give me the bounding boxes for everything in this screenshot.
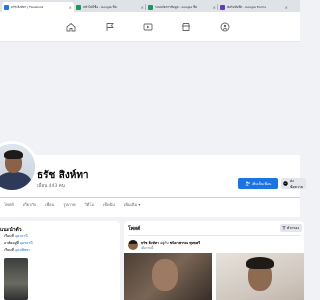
intro-row-link[interactable]: อุดรธานี [15,234,28,238]
posts-divider [128,235,300,236]
intro-row-prefix: เรียนที่ [4,234,15,238]
cover-photo [0,43,300,155]
close-icon[interactable]: × [69,5,72,10]
posts-title: โพสต์ [128,226,141,232]
message-label: ส่งข้อความ [290,178,304,189]
tab-friends[interactable]: เพื่อน [45,201,54,211]
post-with-name[interactable]: ชนิดาพรรณ พุทธศรี [170,241,200,245]
marketplace-icon[interactable] [180,21,192,33]
browser-tab[interactable]: หน้าไม่มีชื่อ - Google ชีต × [74,2,146,12]
intro-photo[interactable] [4,258,28,300]
add-friend-label: เพิ่มเป็นเพื่อน [251,181,272,186]
tab-photos[interactable]: รูปภาพ [63,201,75,211]
browser-tab[interactable]: ธรัช สิงห์ทา | Facebook × [2,2,74,12]
tab-title: ธรัช สิงห์ทา | Facebook [11,4,44,9]
posts-card: โพสต์ ตัวกรอง ธรัช สิงห์ทา อยู่กับ ชนิดา… [124,221,304,300]
intro-row-prefix: เรียนที่ [4,248,15,252]
intro-row: เรียนที่ อุดมพิทยา [4,247,30,253]
groups-icon[interactable] [219,21,231,33]
intro-row: อาศัยอยู่ที่ อุดรธานี [4,240,33,246]
post-author-name[interactable]: ธรัช สิงห์ทา [141,241,159,245]
tab-title: หน้าไม่มีชื่อ - Google ชีต [83,4,117,9]
intro-row: เรียนที่ อุดรธานี [4,233,28,239]
tab-title: ระบบจัดการข้อมูล - Google ชีต [155,4,198,9]
flag-icon[interactable] [104,21,116,33]
post-date[interactable]: เมื่อวานนี้ [141,246,153,251]
tab-checkins[interactable]: เช็คอิน [103,201,115,211]
facebook-icon [4,4,9,10]
add-friend-button[interactable]: เพิ่มเป็นเพื่อน [238,178,278,189]
tab-title: ฟอร์มบันทึก - Google Forms [227,4,266,9]
tab-more[interactable]: เพิ่มเติม ▾ [124,201,141,211]
browser-tab[interactable]: ฟอร์มบันทึก - Google Forms × [218,2,290,12]
sheets-icon [148,4,153,10]
tab-videos[interactable]: วิดีโอ [85,201,94,211]
filter-label: ตัวกรอง [287,226,300,230]
close-icon[interactable]: × [141,5,144,10]
forms-icon [220,4,225,10]
tab-posts[interactable]: โพสต์ [4,201,14,211]
messenger-icon [283,180,288,187]
header-divider [0,197,300,198]
friends-count[interactable]: เพื่อน 443 คน [37,182,65,189]
message-button[interactable]: ส่งข้อความ [281,178,306,189]
intro-row-link[interactable]: อุดรธานี [20,241,33,245]
profile-tabs: โพสต์ เกี่ยวกับ เพื่อน รูปภาพ วิดีโอ เช็… [4,201,140,211]
avatar[interactable] [0,141,38,193]
intro-row-link[interactable]: อุดมพิทยา [15,248,30,252]
intro-row-prefix: อาศัยอยู่ที่ [4,241,20,245]
post-author-avatar[interactable] [128,240,138,250]
tab-about[interactable]: เกี่ยวกับ [23,201,36,211]
sheets-icon [76,4,81,10]
video-icon[interactable] [142,21,154,33]
browser-tab[interactable]: ระบบจัดการข้อมูล - Google ชีต × [146,2,218,12]
filter-button[interactable]: ตัวกรอง [280,224,302,232]
add-user-icon [244,181,250,187]
close-icon[interactable]: × [213,5,216,10]
post-photo[interactable] [124,253,212,300]
profile-name: ธรัช สิงห์ทา [37,170,89,181]
filter-icon [282,226,286,231]
facebook-top-nav [0,12,300,42]
post-photo[interactable] [216,253,304,300]
home-icon[interactable] [65,21,77,33]
post-with-prefix: อยู่กับ [159,241,170,245]
browser-tab-strip: ธรัช สิงห์ทา | Facebook × หน้าไม่มีชื่อ … [0,0,300,12]
close-icon[interactable]: × [285,5,288,10]
